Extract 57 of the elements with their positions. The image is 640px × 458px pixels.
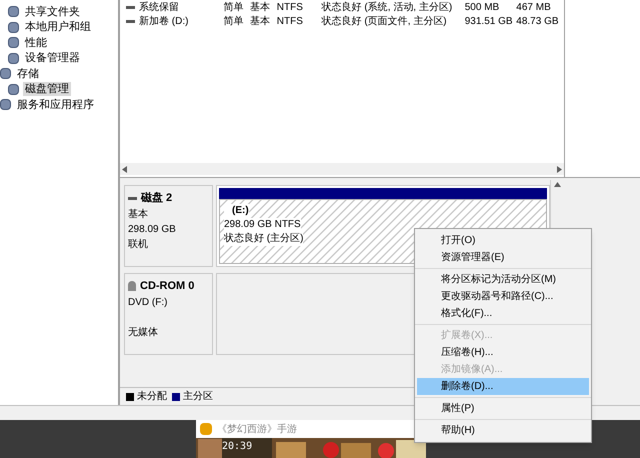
legend-label: 未分配 [137, 390, 167, 404]
tree-node-icon [8, 6, 19, 18]
table-cell-text: 简单 [223, 0, 244, 14]
table-cell-text: 931.51 GB [464, 14, 513, 28]
table-cell-text: 467 MB [516, 0, 551, 14]
disk-info: 联机 [128, 238, 149, 252]
tree-node-icon [8, 52, 19, 64]
table-cell-text: 系统保留 [139, 0, 179, 14]
menu-item[interactable]: 压缩卷(H)... [417, 344, 589, 361]
disk-info: DVD (F:) [128, 296, 168, 310]
tree-item[interactable]: 本地用户和组 [23, 20, 93, 34]
table-cell-text: 48.73 GB [516, 14, 559, 28]
tree-node-icon [0, 99, 11, 110]
notification-title: 《梦幻西游》手游 [217, 422, 297, 436]
scroll-right-icon[interactable] [556, 166, 562, 172]
tree-item[interactable]: 服务和应用程序 [15, 98, 96, 112]
partition-size: 298.09 GB NTFS [224, 218, 301, 232]
volume-icon [126, 6, 135, 8]
notification-time: 20:39 [222, 440, 252, 454]
table-cell-text: 状态良好 (系统, 活动, 主分区) [322, 0, 452, 14]
table-cell-text: 新加卷 (D:) [139, 14, 188, 28]
table-cell-text: 状态良好 (页面文件, 主分区) [322, 14, 447, 28]
tree-node-icon [8, 22, 19, 33]
menu-item[interactable]: 删除卷(D)... [417, 378, 589, 395]
disk-name: 磁盘 2 [141, 191, 172, 206]
scroll-up-icon[interactable] [554, 182, 561, 188]
disk-name: CD-ROM 0 [140, 279, 194, 294]
horizontal-scrollbar[interactable] [120, 163, 564, 175]
game-app-icon [200, 423, 212, 435]
menu-item[interactable]: 格式化(F)... [417, 305, 589, 322]
tree-node-icon [8, 84, 19, 95]
table-cell-text: NTFS [276, 0, 303, 14]
table-cell-text: 简单 [223, 14, 244, 28]
cd-drive-icon [128, 281, 136, 292]
volume-icon [126, 20, 135, 22]
partition-name: (E:) [224, 204, 249, 218]
tree-node-icon [0, 68, 11, 80]
scroll-left-icon[interactable] [122, 166, 128, 172]
tree-item[interactable]: 共享文件夹 [23, 4, 82, 19]
disk-info: 基本 [128, 208, 149, 222]
tree-node-icon [8, 37, 19, 48]
menu-item[interactable]: 更改驱动器号和路径(C)... [417, 288, 589, 305]
partition-status: 状态良好 (主分区) [224, 232, 304, 246]
table-cell-text: 500 MB [464, 0, 500, 14]
legend-label: 主分区 [183, 390, 213, 404]
table-cell-text: NTFS [276, 14, 303, 28]
tree-item[interactable]: 设备管理器 [23, 51, 82, 66]
menu-item[interactable]: 帮助(H) [417, 422, 589, 439]
table-cell-text: 基本 [250, 0, 270, 14]
tree-item[interactable]: 磁盘管理 [23, 82, 71, 96]
menu-item[interactable]: 属性(P) [417, 400, 589, 417]
tree-item[interactable]: 存储 [15, 66, 41, 81]
disk-info: 无媒体 [128, 326, 159, 340]
menu-item[interactable]: 将分区标记为活动分区(M) [417, 271, 589, 288]
tree-item[interactable]: 性能 [23, 36, 49, 50]
disk-info: 298.09 GB [128, 222, 177, 236]
table-cell-text: 基本 [250, 14, 270, 28]
